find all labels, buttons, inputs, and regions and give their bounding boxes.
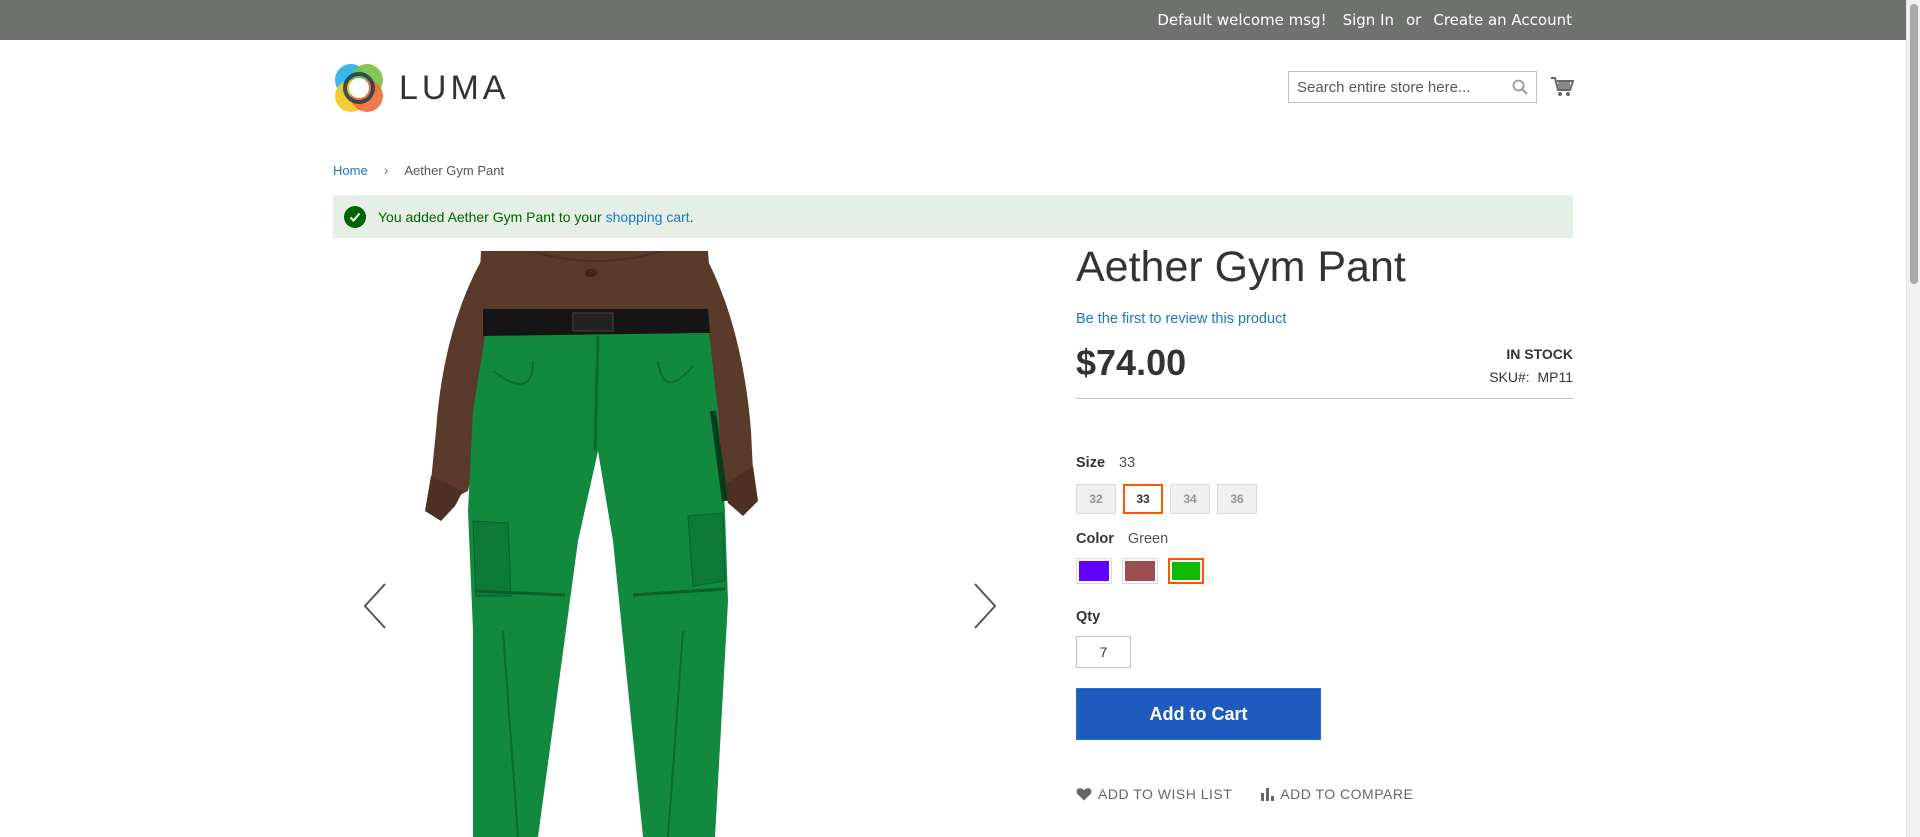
color-selected-value: Green: [1127, 531, 1169, 547]
color-swatch-red[interactable]: [1122, 558, 1158, 584]
create-account-link[interactable]: Create an Account: [1433, 11, 1572, 29]
qty-input[interactable]: [1076, 636, 1131, 668]
search-input[interactable]: [1289, 72, 1499, 102]
message-text: You added Aether Gym Pant to your: [378, 208, 602, 225]
size-swatch-36[interactable]: 36: [1217, 484, 1257, 514]
size-swatch-32[interactable]: 32: [1076, 484, 1116, 514]
color-swatches: [1076, 558, 1214, 584]
sku-label: SKU#:: [1489, 369, 1530, 385]
size-swatches: 32 33 34 36: [1076, 484, 1264, 514]
product-gallery[interactable]: [333, 251, 1033, 837]
color-swatch-green[interactable]: [1168, 558, 1204, 584]
green-swatch-fill: [1172, 562, 1200, 580]
compare-label: Add to Compare: [1280, 786, 1414, 802]
sku-value: MP11: [1537, 369, 1573, 385]
size-swatch-34[interactable]: 34: [1170, 484, 1210, 514]
search-box: [1288, 71, 1537, 103]
qty-label: Qty: [1076, 609, 1101, 625]
price-divider: [1076, 398, 1573, 399]
store-logo[interactable]: LUMA: [333, 62, 509, 114]
size-swatch-33[interactable]: 33: [1123, 484, 1163, 514]
wishlist-label: Add to Wish List: [1098, 786, 1233, 802]
success-message: You added Aether Gym Pant to your shoppi…: [333, 195, 1573, 238]
breadcrumb-current: Aether Gym Pant: [404, 162, 505, 178]
product-social-actions: Add to Wish List Add to Compare: [1076, 786, 1441, 802]
product-image: [425, 251, 758, 837]
size-attribute-label: Size 33: [1076, 455, 1135, 471]
or-text: or: [1406, 11, 1422, 29]
gallery-next-arrow-icon[interactable]: [965, 576, 1005, 636]
success-check-icon: [344, 205, 366, 228]
gallery-prev-arrow-icon[interactable]: [355, 576, 395, 636]
add-to-wishlist-link[interactable]: Add to Wish List: [1076, 786, 1232, 802]
purple-swatch-fill: [1079, 561, 1109, 581]
top-panel: Default welcome msg! Sign In or Create a…: [0, 0, 1906, 40]
product-sku: SKU#: MP11: [1489, 369, 1573, 385]
size-label: Size: [1076, 455, 1106, 471]
minicart-icon[interactable]: [1550, 75, 1575, 99]
header-links: Default welcome msg! Sign In or Create a…: [1145, 0, 1572, 40]
luma-logo-icon: [333, 62, 385, 114]
breadcrumb-home-link[interactable]: Home: [333, 163, 368, 178]
add-to-compare-link[interactable]: Add to Compare: [1260, 786, 1413, 802]
compare-chart-icon: [1261, 788, 1275, 801]
breadcrumb: Home › Aether Gym Pant: [333, 162, 504, 178]
logo-text: LUMA: [399, 68, 510, 107]
color-label: Color: [1076, 531, 1114, 547]
review-link[interactable]: Be the first to review this product: [1076, 311, 1286, 327]
product-price: $74.00: [1076, 342, 1187, 383]
stock-status: In stock: [1506, 346, 1573, 362]
red-swatch-fill: [1125, 561, 1155, 581]
color-swatch-purple[interactable]: [1076, 558, 1112, 584]
sign-in-link[interactable]: Sign In: [1343, 11, 1394, 29]
breadcrumb-separator-icon: ›: [383, 162, 389, 178]
color-attribute-label: Color Green: [1076, 531, 1168, 547]
page-scrollbar[interactable]: [1906, 0, 1920, 837]
welcome-message: Default welcome msg!: [1157, 11, 1327, 29]
size-selected-value: 33: [1119, 455, 1136, 471]
heart-icon: [1076, 788, 1092, 801]
shopping-cart-link[interactable]: shopping cart: [606, 209, 690, 225]
scrollbar-thumb[interactable]: [1910, 4, 1918, 284]
message-suffix: .: [689, 208, 694, 225]
search-icon[interactable]: [1512, 79, 1528, 95]
product-title: Aether Gym Pant: [1076, 243, 1406, 291]
add-to-cart-button[interactable]: Add to Cart: [1076, 688, 1321, 740]
